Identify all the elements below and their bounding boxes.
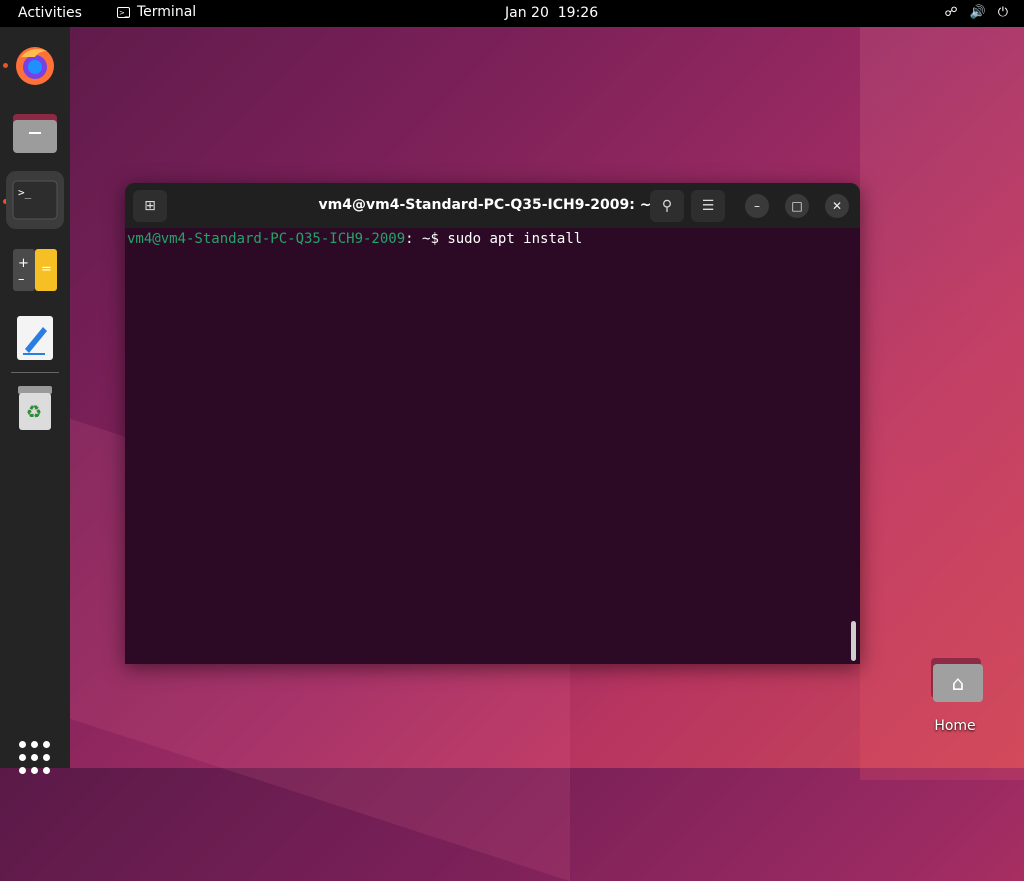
svg-text:–: – — [18, 272, 25, 287]
terminal-window[interactable]: ⊞ vm4@vm4-Standard-PC-Q35-ICH9-2009: ~ ⚲… — [125, 183, 860, 664]
dock-separator — [11, 372, 59, 373]
scrollbar[interactable] — [851, 621, 856, 661]
terminal-icon: >_ — [117, 6, 130, 18]
date: Jan 20 — [505, 5, 549, 21]
maximize-button[interactable]: □ — [785, 194, 809, 218]
hamburger-icon: ☰ — [701, 198, 715, 214]
dock-files[interactable] — [6, 104, 64, 162]
search-button[interactable]: ⚲ — [650, 190, 684, 222]
network-icon[interactable]: ☍ — [944, 5, 957, 20]
home-label: Home — [934, 718, 976, 734]
terminal-icon: >_ — [12, 180, 58, 220]
window-title: vm4@vm4-Standard-PC-Q35-ICH9-2009: ~ — [318, 197, 652, 213]
search-icon: ⚲ — [661, 198, 673, 214]
clock[interactable]: Jan 20 19:26 — [505, 5, 598, 21]
dock: >_ + – = ♻ — [0, 27, 70, 774]
dock-text-editor[interactable] — [6, 309, 64, 367]
maximize-icon: □ — [791, 199, 803, 213]
terminal-header[interactable]: ⊞ vm4@vm4-Standard-PC-Q35-ICH9-2009: ~ ⚲… — [125, 183, 860, 228]
prompt-separator: : — [405, 231, 414, 247]
minimize-button[interactable]: – — [745, 194, 769, 218]
time: 19:26 — [557, 5, 599, 21]
firefox-icon — [16, 47, 54, 85]
power-icon[interactable]: ⏻ — [998, 5, 1008, 20]
dock-trash[interactable]: ♻ — [6, 379, 64, 437]
folder-icon — [13, 114, 57, 153]
close-icon: ✕ — [831, 199, 843, 213]
activities-button[interactable]: Activities — [18, 5, 82, 21]
app-menu-label: Terminal — [137, 4, 197, 20]
prompt-user-host: vm4@vm4-Standard-PC-Q35-ICH9-2009 — [127, 231, 406, 247]
minimize-icon: – — [754, 199, 760, 213]
top-bar: Activities >_ Terminal Jan 20 19:26 ☍ 🔊 … — [0, 0, 1024, 27]
svg-text:>_: >_ — [18, 186, 32, 199]
close-button[interactable]: ✕ — [825, 194, 849, 218]
app-menu[interactable]: >_ Terminal — [117, 4, 196, 20]
prompt-path: ~$ — [413, 231, 448, 247]
dock-firefox[interactable] — [6, 36, 64, 94]
new-tab-icon: ⊞ — [144, 198, 156, 214]
svg-text:=: = — [41, 262, 52, 277]
calculator-icon: + – = — [13, 249, 57, 291]
text-editor-icon — [17, 316, 53, 360]
show-apps-button[interactable] — [19, 741, 53, 775]
home-folder-icon: ⌂ — [927, 656, 983, 702]
trash-icon: ♻ — [18, 386, 52, 430]
terminal-content[interactable]: vm4@vm4-Standard-PC-Q35-ICH9-2009: ~$ su… — [127, 231, 582, 247]
command-text: sudo apt install — [447, 231, 583, 247]
menu-button[interactable]: ☰ — [691, 190, 725, 222]
dock-calculator[interactable]: + – = — [6, 241, 64, 299]
svg-text:+: + — [18, 256, 29, 271]
new-tab-button[interactable]: ⊞ — [133, 190, 167, 222]
svg-text:♻: ♻ — [26, 402, 42, 423]
dock-terminal[interactable]: >_ — [6, 171, 64, 229]
desktop-home[interactable]: ⌂ Home — [922, 656, 988, 734]
system-tray[interactable]: ☍ 🔊 ⏻ — [944, 5, 1008, 20]
volume-icon[interactable]: 🔊 — [970, 5, 986, 20]
